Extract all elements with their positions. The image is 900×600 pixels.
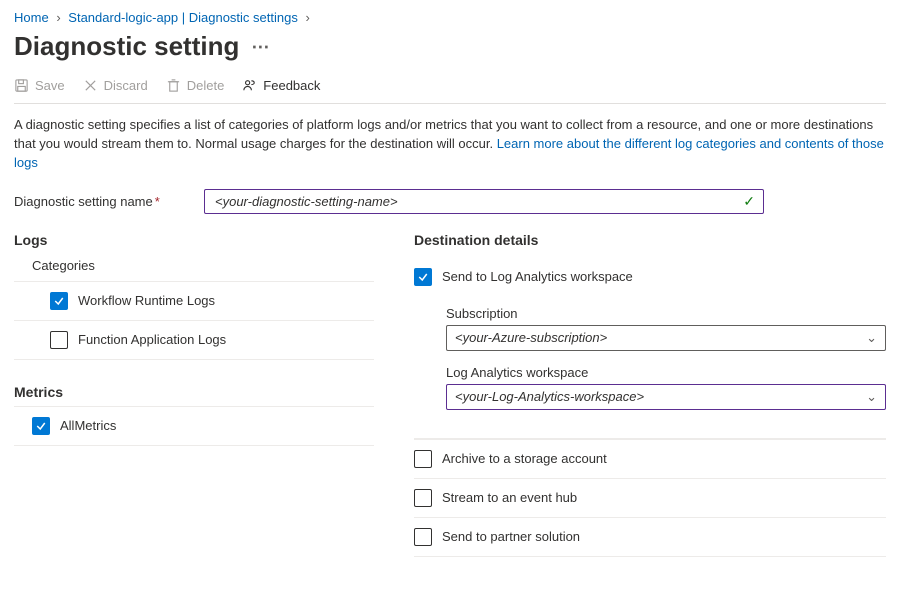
archive-row: Archive to a storage account [414, 439, 886, 478]
function-app-label: Function Application Logs [78, 332, 226, 347]
eventhub-label: Stream to an event hub [442, 490, 577, 505]
function-app-checkbox[interactable] [50, 331, 68, 349]
metrics-row: AllMetrics [14, 406, 374, 446]
delete-icon [166, 78, 181, 93]
name-field-label: Diagnostic setting name* [14, 194, 184, 209]
workspace-label: Log Analytics workspace [446, 365, 886, 380]
breadcrumb: Home › Standard-logic-app | Diagnostic s… [14, 10, 886, 25]
partner-label: Send to partner solution [442, 529, 580, 544]
name-field-label-text: Diagnostic setting name [14, 194, 153, 209]
metrics-title: Metrics [14, 384, 374, 400]
delete-button[interactable]: Delete [166, 78, 225, 93]
eventhub-checkbox[interactable] [414, 489, 432, 507]
name-field-row: Diagnostic setting name* ✓ [14, 189, 886, 214]
breadcrumb-app[interactable]: Standard-logic-app | Diagnostic settings [68, 10, 298, 25]
workspace-select[interactable]: <your-Log-Analytics-workspace> ⌄ [446, 384, 886, 410]
workspace-value: <your-Log-Analytics-workspace> [455, 389, 644, 404]
allmetrics-label: AllMetrics [60, 418, 116, 433]
description-text: A diagnostic setting specifies a list of… [14, 116, 884, 173]
check-icon [35, 420, 47, 432]
logs-title: Logs [14, 232, 374, 248]
subscription-field: Subscription <your-Azure-subscription> ⌄ [446, 306, 886, 351]
chevron-right-icon: › [305, 10, 309, 25]
eventhub-row: Stream to an event hub [414, 478, 886, 517]
subscription-value: <your-Azure-subscription> [455, 330, 607, 345]
feedback-button[interactable]: Feedback [242, 78, 320, 93]
save-button[interactable]: Save [14, 78, 65, 93]
feedback-icon [242, 78, 257, 93]
delete-label: Delete [187, 78, 225, 93]
page-title: Diagnostic setting [14, 31, 239, 62]
toolbar: Save Discard Delete Feedback [14, 78, 886, 104]
subscription-label: Subscription [446, 306, 886, 321]
save-icon [14, 78, 29, 93]
name-input[interactable] [213, 193, 743, 210]
log-category-row: Workflow Runtime Logs [14, 281, 374, 321]
valid-check-icon: ✓ [743, 193, 755, 210]
name-input-wrap[interactable]: ✓ [204, 189, 764, 214]
categories-label: Categories [32, 258, 374, 273]
allmetrics-checkbox[interactable] [32, 417, 50, 435]
check-icon [417, 271, 429, 283]
archive-label: Archive to a storage account [442, 451, 607, 466]
workspace-field: Log Analytics workspace <your-Log-Analyt… [446, 365, 886, 410]
subscription-select[interactable]: <your-Azure-subscription> ⌄ [446, 325, 886, 351]
workflow-runtime-checkbox[interactable] [50, 292, 68, 310]
partner-row: Send to partner solution [414, 517, 886, 557]
chevron-down-icon: ⌄ [866, 330, 877, 346]
page-title-row: Diagnostic setting ⋯ [14, 31, 886, 62]
log-analytics-row: Send to Log Analytics workspace [414, 258, 886, 296]
log-analytics-checkbox[interactable] [414, 268, 432, 286]
more-actions-icon[interactable]: ⋯ [251, 38, 269, 56]
check-icon [53, 295, 65, 307]
workflow-runtime-label: Workflow Runtime Logs [78, 293, 215, 308]
discard-button[interactable]: Discard [83, 78, 148, 93]
partner-checkbox[interactable] [414, 528, 432, 546]
log-analytics-label: Send to Log Analytics workspace [442, 269, 633, 284]
chevron-down-icon: ⌄ [866, 389, 877, 405]
feedback-label: Feedback [263, 78, 320, 93]
save-label: Save [35, 78, 65, 93]
archive-checkbox[interactable] [414, 450, 432, 468]
chevron-right-icon: › [56, 10, 60, 25]
breadcrumb-home[interactable]: Home [14, 10, 49, 25]
log-analytics-block: Send to Log Analytics workspace Subscrip… [414, 258, 886, 439]
discard-label: Discard [104, 78, 148, 93]
required-indicator: * [155, 194, 160, 209]
log-category-row: Function Application Logs [14, 321, 374, 360]
discard-icon [83, 78, 98, 93]
destination-title: Destination details [414, 232, 886, 248]
